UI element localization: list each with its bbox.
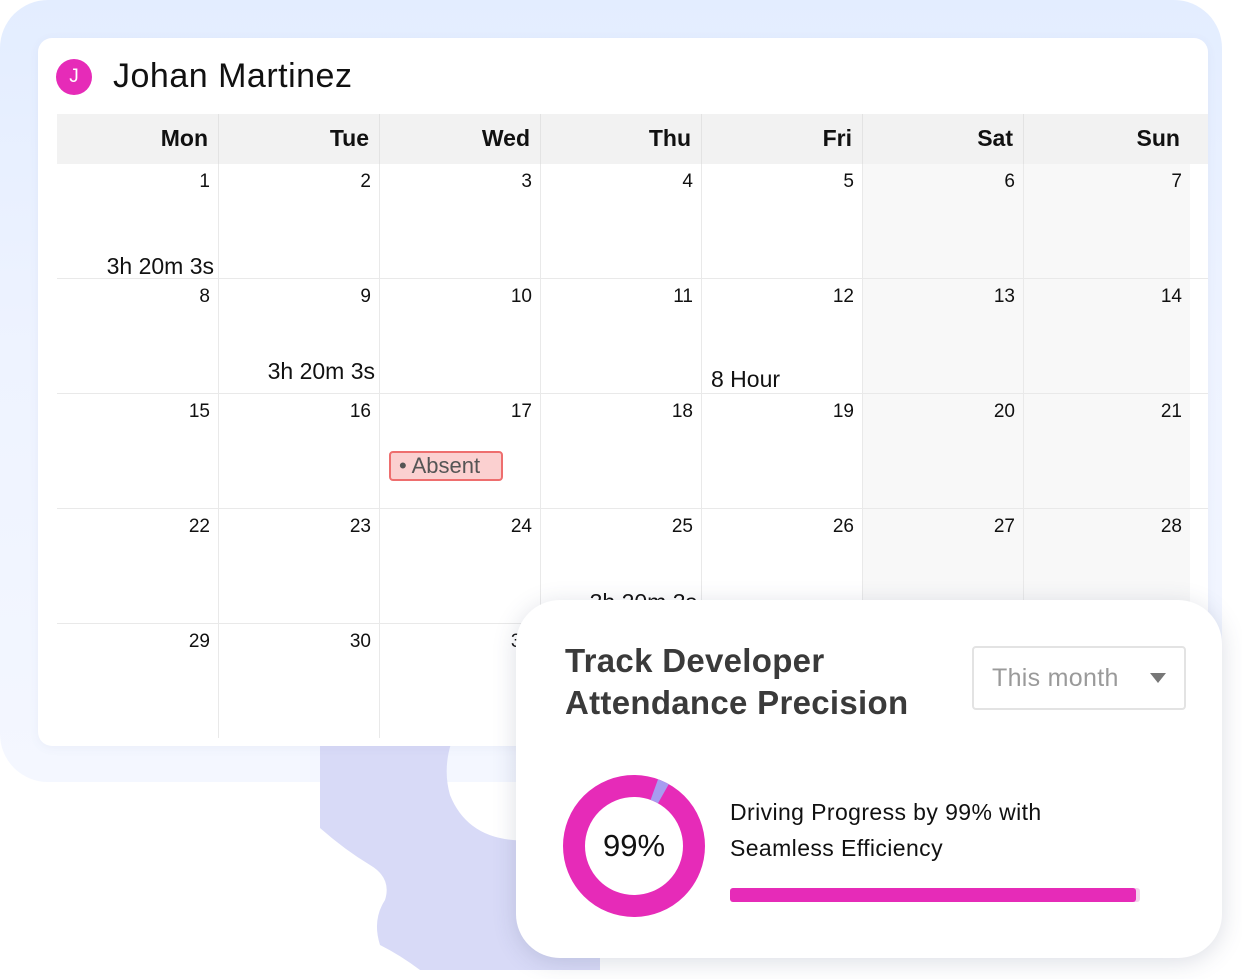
period-select-value: This month <box>992 663 1119 692</box>
user-name: Johan Martinez <box>113 57 353 95</box>
day-cell[interactable]: 9 3h 20m 3s <box>219 279 380 393</box>
day-cell[interactable]: 17 • Absent <box>380 394 541 508</box>
day-cell[interactable]: 7 <box>1024 164 1190 278</box>
day-number: 23 <box>349 516 371 537</box>
day-cell[interactable]: 30 <box>219 624 380 738</box>
donut-percent-label: 99% <box>602 828 666 863</box>
day-cell[interactable]: 13 <box>863 279 1024 393</box>
day-number: 29 <box>188 631 210 652</box>
day-cell[interactable]: 21 <box>1024 394 1190 508</box>
progress-bar <box>730 888 1140 902</box>
day-number: 17 <box>510 401 532 422</box>
day-cell[interactable]: 20 <box>863 394 1024 508</box>
day-number: 6 <box>1004 171 1015 192</box>
day-number: 26 <box>832 516 854 537</box>
day-number: 25 <box>671 516 693 537</box>
day-number: 7 <box>1171 171 1182 192</box>
day-cell[interactable]: 2 <box>219 164 380 278</box>
absent-label: Absent <box>411 453 481 478</box>
weekday-header-row: Mon Tue Wed Thu Fri Sat Sun <box>57 114 1208 164</box>
weekday-wed: Wed <box>380 114 541 164</box>
day-cell[interactable]: 12 8 Hour <box>702 279 863 393</box>
period-select[interactable]: This month <box>972 646 1186 710</box>
day-cell[interactable]: 8 <box>57 279 219 393</box>
day-cell[interactable]: 19 <box>702 394 863 508</box>
day-number: 21 <box>1160 401 1182 422</box>
weekday-sun: Sun <box>1136 125 1180 151</box>
weekday-thu: Thu <box>541 114 702 164</box>
day-number: 19 <box>832 401 854 422</box>
day-number: 14 <box>1160 286 1182 307</box>
day-cell[interactable]: 6 <box>863 164 1024 278</box>
day-cell[interactable]: 24 <box>380 509 541 623</box>
day-cell[interactable]: 3 <box>380 164 541 278</box>
day-number: 3 <box>521 171 532 192</box>
absent-badge[interactable]: • Absent <box>389 451 503 481</box>
week-row: 8 9 3h 20m 3s 10 11 12 8 Hour 13 14 <box>57 279 1208 394</box>
avatar[interactable]: J <box>56 58 92 95</box>
day-cell[interactable]: 5 <box>702 164 863 278</box>
day-cell[interactable]: 14 <box>1024 279 1190 393</box>
attendance-precision-card: Track Developer Attendance Precision Thi… <box>516 600 1222 958</box>
day-cell[interactable]: 1 3h 20m 3s <box>57 164 219 279</box>
day-number: 28 <box>1160 516 1182 537</box>
day-cell[interactable]: 29 <box>57 624 219 738</box>
week-row: 15 16 17 • Absent 18 19 20 21 <box>57 394 1208 509</box>
day-number: 10 <box>510 286 532 307</box>
day-cell[interactable]: 11 <box>541 279 702 393</box>
weekday-tue: Tue <box>219 114 380 164</box>
worked-duration: 8 Hour <box>711 366 781 392</box>
progress-bar-fill <box>730 888 1136 902</box>
day-number: 4 <box>682 171 693 192</box>
day-cell[interactable]: 4 <box>541 164 702 278</box>
day-number: 20 <box>993 401 1015 422</box>
worked-duration: 3h 20m 3s <box>106 253 214 279</box>
worked-duration: 3h 20m 3s <box>267 358 375 384</box>
day-number: 12 <box>832 286 854 307</box>
day-number: 1 <box>199 171 210 192</box>
day-number: 16 <box>349 401 371 422</box>
day-number: 18 <box>671 401 693 422</box>
day-cell[interactable]: 16 <box>219 394 380 508</box>
weekday-fri: Fri <box>702 114 863 164</box>
day-cell[interactable]: 23 <box>219 509 380 623</box>
day-number: 22 <box>188 516 210 537</box>
day-number: 30 <box>349 631 371 652</box>
day-cell[interactable]: 10 <box>380 279 541 393</box>
day-cell[interactable]: 15 <box>57 394 219 508</box>
day-number: 15 <box>188 401 210 422</box>
caret-down-icon <box>1150 673 1166 683</box>
day-number: 9 <box>360 286 371 307</box>
card-title: Track Developer Attendance Precision <box>565 642 909 721</box>
weekday-sat: Sat <box>863 114 1024 164</box>
day-number: 5 <box>843 171 854 192</box>
weekday-mon: Mon <box>57 114 219 164</box>
day-number: 27 <box>993 516 1015 537</box>
day-cell[interactable]: 22 <box>57 509 219 623</box>
status-dot-icon: • <box>399 453 407 478</box>
day-number: 8 <box>199 286 210 307</box>
week-row: 1 3h 20m 3s 2 3 4 5 6 7 <box>57 164 1208 279</box>
day-number: 13 <box>993 286 1015 307</box>
day-number: 2 <box>360 171 371 192</box>
day-number: 24 <box>510 516 532 537</box>
progress-description: Driving Progress by 99% with Seamless Ef… <box>730 799 1042 861</box>
day-cell[interactable]: 18 <box>541 394 702 508</box>
calendar-header: J Johan Martinez <box>56 57 352 96</box>
day-number: 11 <box>673 286 693 307</box>
